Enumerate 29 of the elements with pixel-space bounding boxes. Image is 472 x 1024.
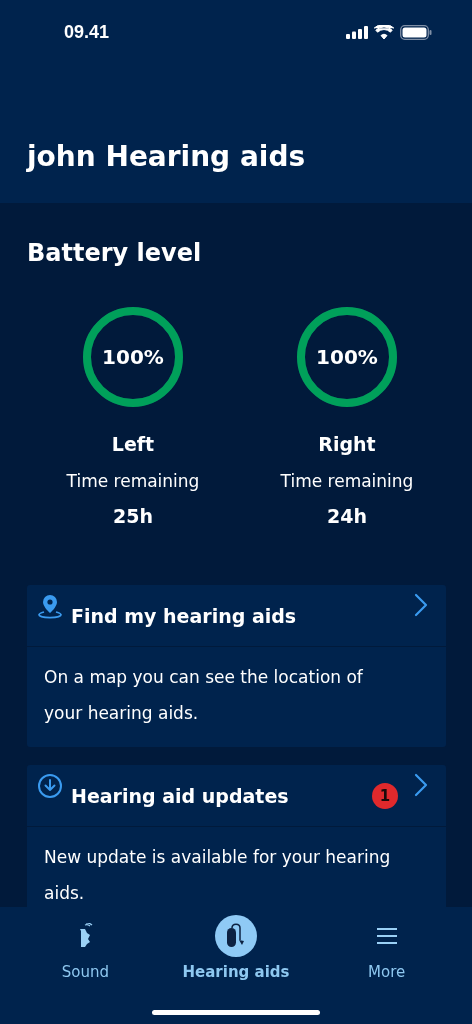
- tab[interactable]: Sound: [20, 915, 151, 981]
- side-label: Left: [111, 433, 155, 455]
- side-label: Right: [318, 433, 376, 455]
- chevron-right-icon: [414, 773, 428, 797]
- tab[interactable]: More: [321, 915, 452, 981]
- battery-icon: [400, 24, 432, 40]
- battery-percent: 100%: [316, 346, 378, 368]
- chevron-right-icon: [414, 593, 428, 617]
- time-remaining-label: Time remaining: [280, 471, 414, 491]
- hearing-aid-icon: [215, 915, 257, 957]
- card-description: On a map you can see the location of your hearing aids.: [43, 666, 364, 725]
- page-title: john Hearing aids: [27, 140, 307, 173]
- download-icon: [37, 773, 63, 799]
- card-title: Hearing aid updates: [71, 784, 290, 807]
- notification-badge: 1: [372, 782, 398, 809]
- signal-icon: [346, 25, 368, 39]
- menu-icon: [376, 928, 397, 944]
- time-remaining-label: Time remaining: [66, 471, 200, 491]
- card-header[interactable]: Find my hearing aids: [27, 585, 446, 647]
- tab[interactable]: Hearing aids: [171, 915, 301, 981]
- location-pin-icon: [37, 593, 63, 619]
- status-time: 09.41: [64, 21, 110, 43]
- section-title: Battery level: [27, 239, 203, 267]
- time-remaining-value: 24h: [327, 505, 367, 527]
- time-remaining-value: 25h: [113, 505, 153, 527]
- battery-percent: 100%: [102, 346, 164, 368]
- card-description: New update is available for your hearing aids.: [43, 846, 392, 905]
- card-header[interactable]: Hearing aid updates 1: [27, 765, 446, 827]
- card-title: Find my hearing aids: [71, 604, 298, 627]
